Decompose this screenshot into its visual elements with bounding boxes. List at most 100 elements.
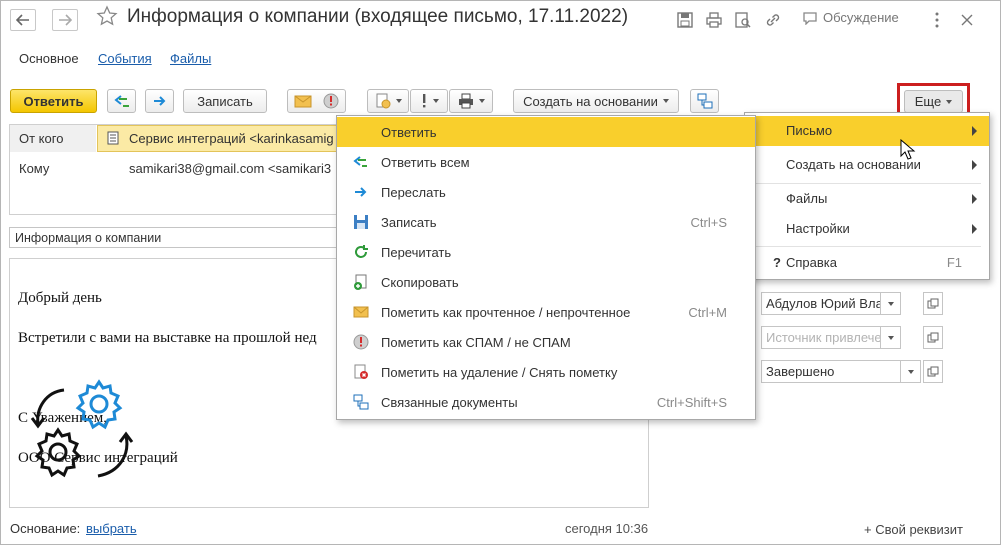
save-icon bbox=[354, 215, 368, 229]
more-vertical-icon[interactable] bbox=[928, 11, 946, 29]
status-dropdown[interactable] bbox=[900, 361, 920, 382]
submenu-arrow-icon bbox=[972, 224, 977, 234]
delete-mark-icon bbox=[354, 364, 368, 379]
menu-item-label: Файлы bbox=[786, 191, 828, 206]
menu-item-mark-spam[interactable]: Пометить как СПАМ / не СПАМ bbox=[337, 327, 755, 357]
mouse-cursor-icon bbox=[900, 139, 916, 160]
mark-buttons[interactable] bbox=[287, 89, 346, 113]
menu-item-label: Скопировать bbox=[381, 274, 459, 290]
menu-item-label: Связанные документы bbox=[381, 394, 518, 410]
spam-icon bbox=[353, 334, 369, 350]
close-icon[interactable] bbox=[958, 11, 976, 29]
forward-button[interactable] bbox=[52, 9, 78, 31]
favorite-star-icon[interactable] bbox=[96, 5, 118, 27]
menu-item-label: Письмо bbox=[786, 123, 833, 138]
source-open-button[interactable] bbox=[923, 326, 943, 349]
menu-item-settings[interactable]: Настройки bbox=[745, 214, 989, 244]
envelope-icon[interactable] bbox=[294, 94, 312, 108]
menu-item-label: Перечитать bbox=[381, 244, 452, 260]
exclamation-icon bbox=[422, 94, 425, 108]
integration-gears-logo bbox=[30, 379, 134, 478]
menu-item-linked-docs[interactable]: Связанные документы Ctrl+Shift+S bbox=[337, 387, 755, 417]
tab-events[interactable]: События bbox=[98, 51, 152, 66]
print-icon[interactable] bbox=[705, 11, 723, 29]
responsible-dropdown[interactable] bbox=[880, 293, 900, 314]
create-based-on-button[interactable]: Создать на основании bbox=[513, 89, 679, 113]
print-dropdown[interactable] bbox=[449, 89, 493, 113]
menu-item-label: Записать bbox=[381, 214, 437, 230]
open-form-icon bbox=[927, 332, 939, 342]
submenu-arrow-icon bbox=[972, 126, 977, 136]
printer-icon bbox=[458, 93, 473, 109]
from-value: Сервис интеграций <karinkasamig bbox=[129, 131, 334, 146]
save-disk-icon[interactable] bbox=[676, 11, 694, 29]
menu-item-mark-delete[interactable]: Пометить на удаление / Снять пометку bbox=[337, 357, 755, 387]
menu-item-label: Справка bbox=[786, 255, 837, 270]
responsible-value: Абдулов Юрий Влади bbox=[766, 296, 898, 311]
responsible-field[interactable]: Абдулов Юрий Влади bbox=[761, 292, 901, 315]
chat-bubble-icon bbox=[803, 11, 817, 25]
body-line: Встретили с вами на выставке на прошлой … bbox=[18, 330, 317, 346]
forward-arrow-icon bbox=[153, 96, 165, 106]
menu-item-label: Настройки bbox=[786, 221, 850, 236]
menu-item-create-based[interactable]: Создать на основании bbox=[745, 150, 989, 180]
subject-field[interactable]: Информация о компании bbox=[9, 227, 349, 248]
menu-item-reread[interactable]: Перечитать bbox=[337, 237, 755, 267]
menu-item-label: Пометить как СПАМ / не СПАМ bbox=[381, 334, 571, 350]
arrow-right-icon bbox=[59, 14, 72, 26]
menu-item-label: Ответить всем bbox=[381, 154, 470, 170]
responsible-open-button[interactable] bbox=[923, 292, 943, 315]
status-open-button[interactable] bbox=[923, 360, 943, 383]
more-menu: Письмо Создать на основании Файлы Настро… bbox=[744, 112, 990, 280]
menu-item-files[interactable]: Файлы bbox=[745, 184, 989, 214]
save-button[interactable]: Записать bbox=[183, 89, 267, 113]
address-book-icon bbox=[107, 131, 119, 145]
source-dropdown[interactable] bbox=[880, 327, 900, 348]
timestamp: сегодня 10:36 bbox=[565, 521, 649, 536]
back-button[interactable] bbox=[10, 9, 36, 31]
help-icon: ? bbox=[773, 255, 781, 270]
arrow-left-icon bbox=[16, 14, 29, 26]
letter-menu: Ответить Ответить всем Переслать Записат… bbox=[336, 115, 756, 420]
menu-item-copy[interactable]: Скопировать bbox=[337, 267, 755, 297]
menu-item-reply-all[interactable]: Ответить всем bbox=[337, 147, 755, 177]
basis-label: Основание: bbox=[10, 521, 81, 536]
menu-item-label: Пометить на удаление / Снять пометку bbox=[381, 364, 618, 380]
open-form-icon bbox=[927, 366, 939, 376]
tab-files[interactable]: Файлы bbox=[170, 51, 211, 66]
tab-main[interactable]: Основное bbox=[19, 51, 79, 66]
basis-select-link[interactable]: выбрать bbox=[86, 521, 137, 536]
link-icon[interactable] bbox=[764, 11, 782, 29]
menu-item-label: Ответить bbox=[381, 124, 437, 140]
attachments-dropdown[interactable] bbox=[367, 89, 409, 113]
status-value: Завершено bbox=[766, 364, 835, 379]
menu-item-letter[interactable]: Письмо bbox=[745, 116, 989, 146]
from-label: От кого bbox=[19, 131, 64, 146]
copy-icon bbox=[354, 274, 367, 290]
spam-icon[interactable] bbox=[323, 93, 339, 109]
linked-documents-button[interactable] bbox=[690, 89, 719, 113]
open-form-icon bbox=[927, 298, 939, 308]
reply-button[interactable]: Ответить bbox=[10, 89, 97, 113]
to-label: Кому bbox=[19, 161, 50, 176]
source-field[interactable]: Источник привлечен... bbox=[761, 326, 901, 349]
menu-item-mark-read[interactable]: Пометить как прочтенное / непрочтенное C… bbox=[337, 297, 755, 327]
menu-item-reply[interactable]: Ответить bbox=[337, 117, 755, 147]
menu-item-shortcut: F1 bbox=[946, 255, 962, 270]
forward-mail-button[interactable] bbox=[145, 89, 174, 113]
more-button[interactable]: Еще bbox=[904, 90, 963, 113]
status-field[interactable]: Завершено bbox=[761, 360, 921, 383]
forward-icon bbox=[355, 187, 367, 197]
menu-item-shortcut: Ctrl+M bbox=[688, 304, 727, 320]
preview-icon[interactable] bbox=[734, 11, 752, 29]
menu-item-forward[interactable]: Переслать bbox=[337, 177, 755, 207]
menu-item-help[interactable]: ? Справка F1 bbox=[745, 248, 989, 278]
reply-all-button[interactable] bbox=[107, 89, 136, 113]
discussion-button[interactable]: Обсуждение bbox=[802, 10, 899, 25]
more-label: Еще bbox=[914, 94, 942, 109]
document-clock-icon bbox=[376, 93, 390, 109]
add-custom-attribute-link[interactable]: + Свой реквизит bbox=[864, 522, 963, 537]
importance-dropdown[interactable] bbox=[410, 89, 448, 113]
discussion-label: Обсуждение bbox=[823, 10, 899, 25]
menu-item-save[interactable]: Записать Ctrl+S bbox=[337, 207, 755, 237]
